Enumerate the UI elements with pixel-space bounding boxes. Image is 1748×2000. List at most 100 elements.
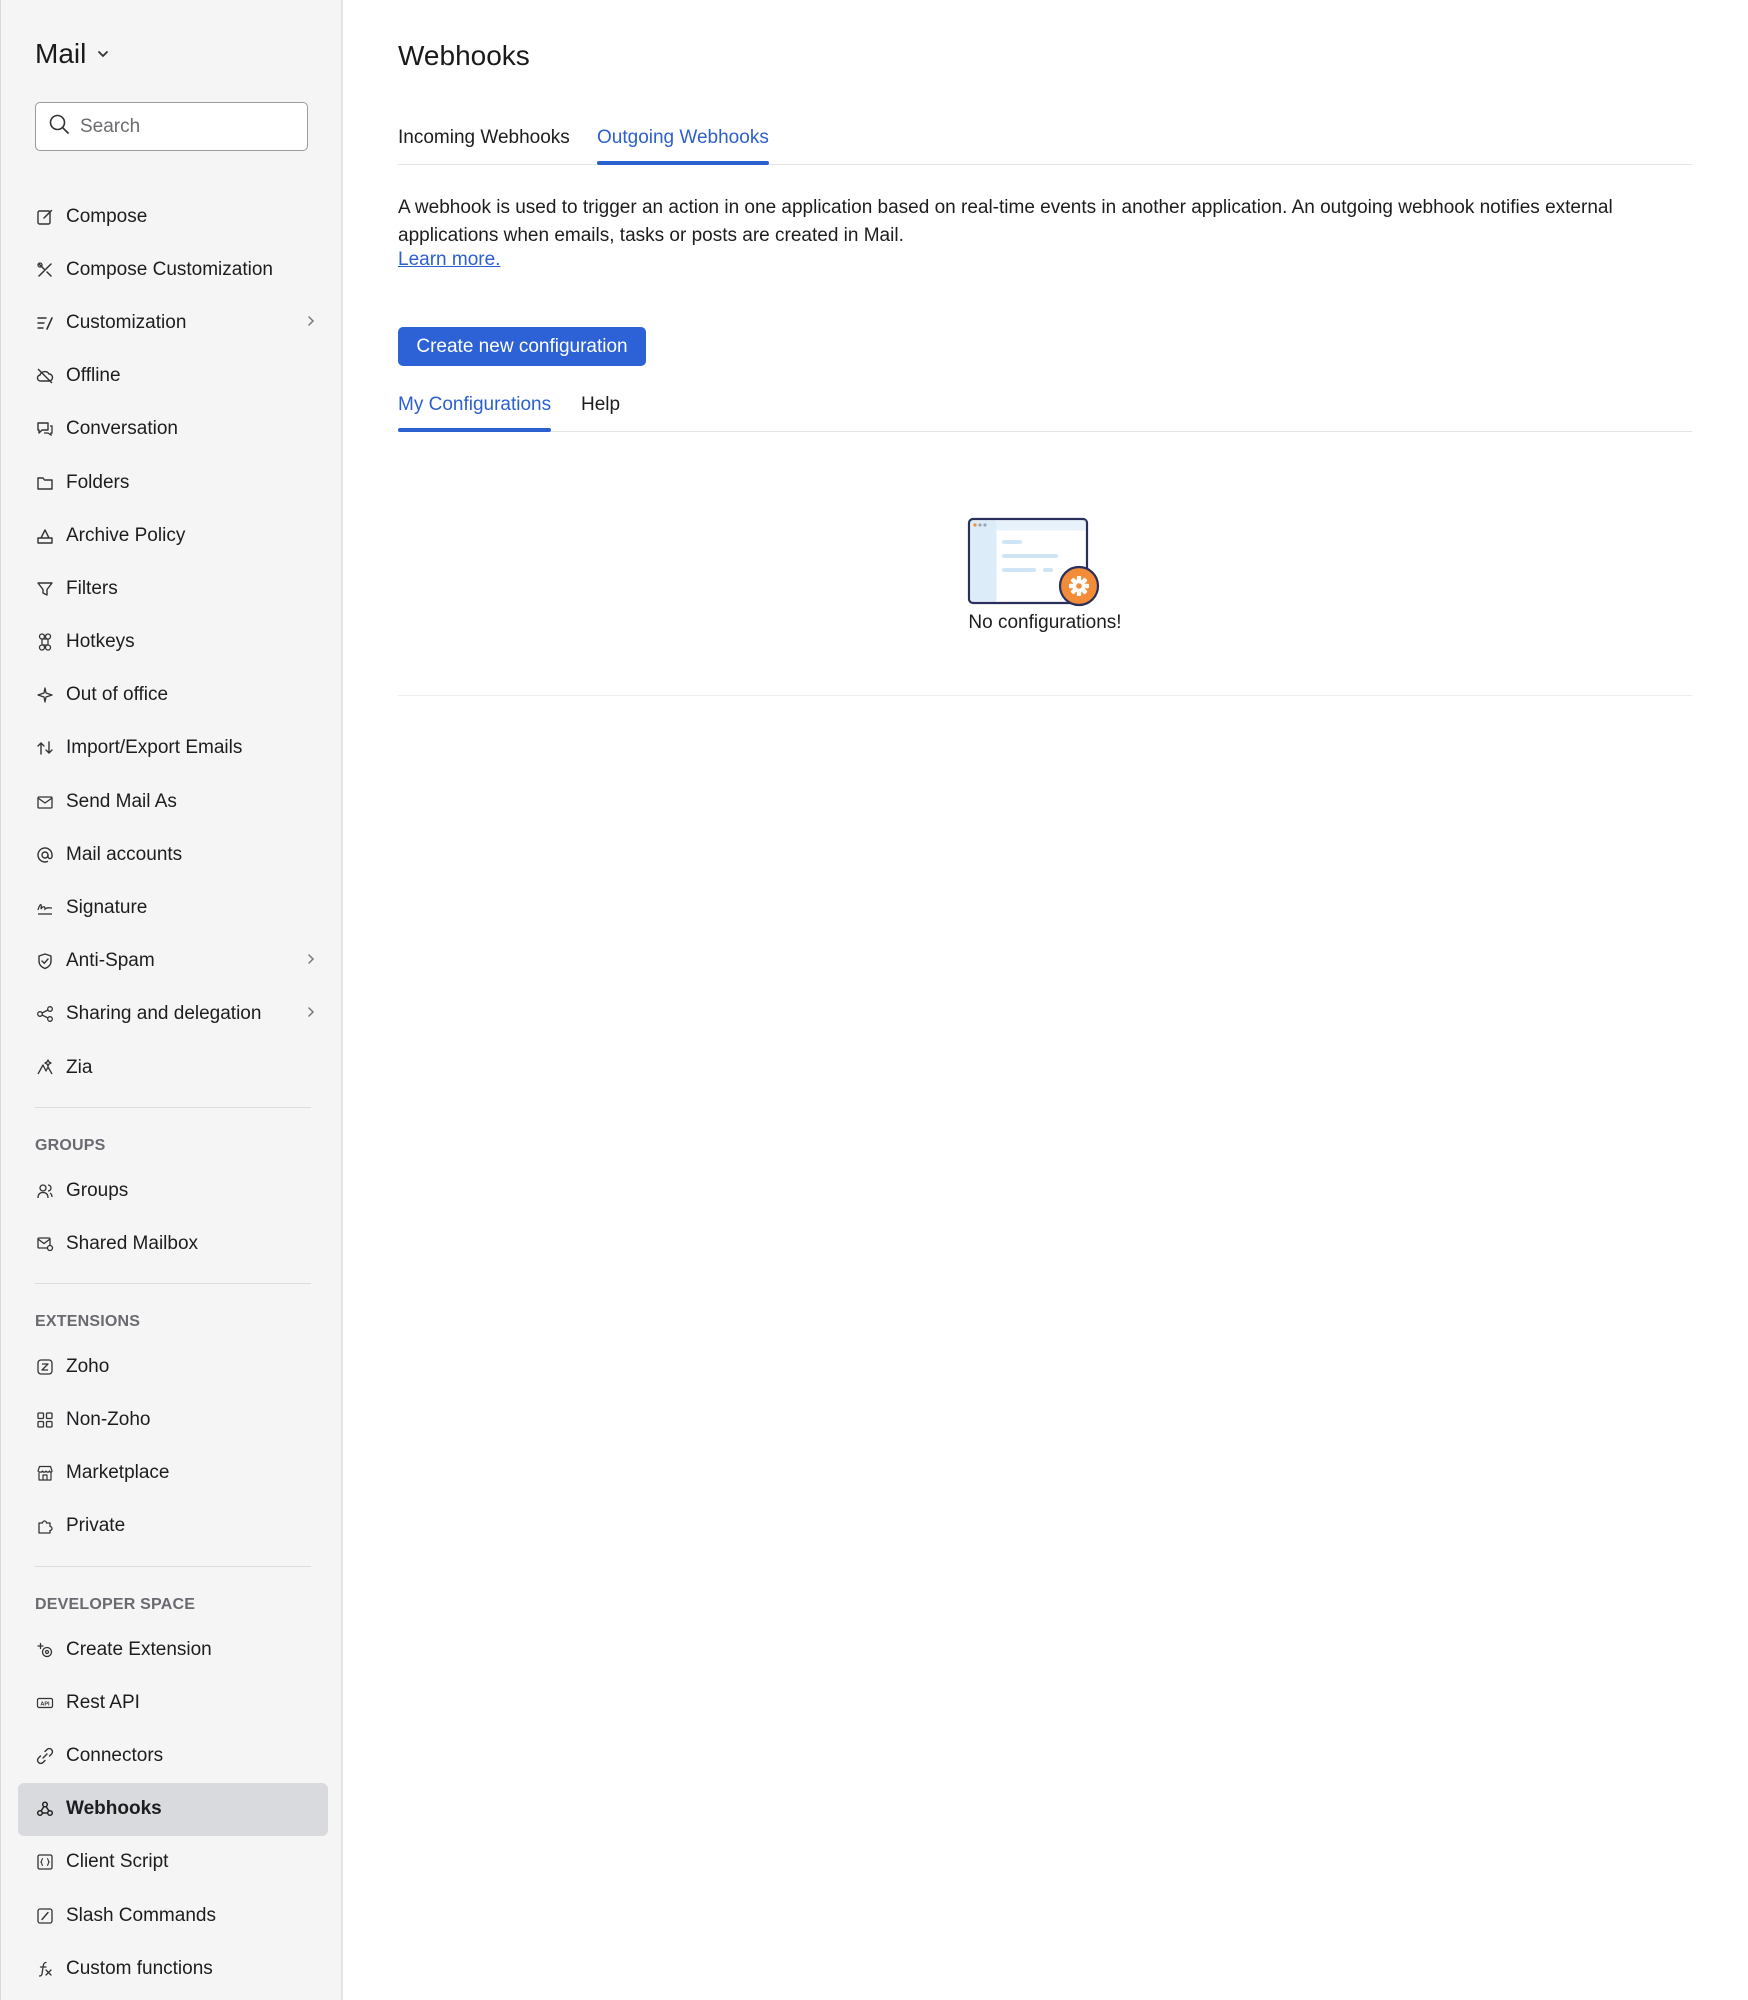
sidebar-item-label: Filters (66, 577, 118, 599)
grid-icon (35, 1410, 55, 1430)
shield-check-icon (35, 951, 55, 971)
create-configuration-button[interactable]: Create new configuration (398, 327, 646, 366)
sidebar-item-label: Compose Customization (66, 258, 273, 280)
tab-help[interactable]: Help (581, 394, 620, 431)
sidebar-item-compose-customization[interactable]: Compose Customization (1, 243, 344, 296)
compose-icon (35, 207, 55, 227)
puzzle-icon (35, 1516, 55, 1536)
sidebar-item-anti-spam[interactable]: Anti-Spam (1, 935, 344, 988)
main-content: Webhooks Incoming Webhooks Outgoing Webh… (345, 0, 1748, 2000)
chevron-right-icon (306, 312, 316, 334)
sidebar-item-webhooks[interactable]: Webhooks (18, 1782, 328, 1836)
sidebar-item-label: Anti-Spam (66, 950, 155, 972)
divider (35, 1107, 311, 1108)
sidebar-item-marketplace[interactable]: Marketplace (1, 1446, 344, 1499)
sidebar-item-label: Conversation (66, 418, 178, 440)
archive-icon (35, 526, 55, 546)
function-icon (35, 1959, 55, 1979)
sidebar-item-label: Folders (66, 471, 130, 493)
tab-outgoing-webhooks[interactable]: Outgoing Webhooks (597, 127, 769, 165)
sidebar-item-connectors[interactable]: Connectors (1, 1729, 344, 1782)
sidebar-item-rest-api[interactable]: API Rest API (1, 1676, 344, 1729)
sidebar-item-filters[interactable]: Filters (1, 562, 344, 615)
sidebar-item-label: Rest API (66, 1691, 140, 1713)
empty-state: No configurations! (398, 480, 1692, 696)
sidebar-item-label: Customization (66, 311, 187, 333)
sidebar-item-custom-functions[interactable]: Custom functions (1, 1942, 344, 1995)
tab-incoming-webhooks[interactable]: Incoming Webhooks (398, 127, 570, 164)
out-of-office-icon (35, 685, 55, 705)
zoho-icon (35, 1357, 55, 1377)
tab-my-configurations[interactable]: My Configurations (398, 394, 552, 432)
sidebar-item-label: Create Extension (66, 1638, 212, 1660)
divider (35, 1283, 311, 1284)
section-header-extensions: EXTENSIONS (35, 1313, 141, 1330)
page-title: Webhooks (398, 40, 530, 71)
learn-more-link[interactable]: Learn more. (398, 249, 500, 271)
sidebar-item-signature[interactable]: Signature (1, 881, 344, 934)
api-icon: API (35, 1693, 55, 1713)
sidebar-item-private[interactable]: Private (1, 1500, 344, 1553)
sidebar-item-label: Compose (66, 205, 148, 227)
sidebar-item-label: Groups (66, 1179, 129, 1201)
sidebar-item-folders[interactable]: Folders (1, 456, 344, 509)
sidebar-item-send-mail-as[interactable]: Send Mail As (1, 775, 344, 828)
sidebar-item-label: Slash Commands (66, 1904, 216, 1926)
divider (35, 1566, 311, 1567)
search-field[interactable] (35, 102, 308, 151)
sidebar-item-offline[interactable]: Offline (1, 350, 344, 403)
sidebar-item-compose[interactable]: Compose (1, 190, 344, 243)
slash-command-icon (35, 1906, 55, 1926)
empty-configuration-illustration (967, 517, 1100, 607)
sidebar-item-label: Connectors (66, 1744, 164, 1766)
sidebar-item-label: Zia (66, 1056, 93, 1078)
sidebar-item-mail-accounts[interactable]: Mail accounts (1, 828, 344, 881)
app-switcher[interactable]: Mail (35, 38, 110, 70)
search-icon (48, 113, 70, 140)
sidebar-item-client-script[interactable]: Client Script (1, 1836, 344, 1889)
create-extension-icon (35, 1640, 55, 1660)
sidebar-item-conversation[interactable]: Conversation (1, 403, 344, 456)
section-header-groups: GROUPS (35, 1137, 106, 1154)
chevron-down-icon (96, 47, 110, 61)
chevron-right-icon (306, 950, 316, 972)
sidebar-item-zoho[interactable]: Zoho (1, 1340, 344, 1393)
sidebar-item-label: Shared Mailbox (66, 1232, 199, 1254)
sidebar: Mail Compose Compose Customization Custo… (0, 0, 343, 2000)
connector-icon (35, 1746, 55, 1766)
sidebar-item-label: Marketplace (66, 1461, 170, 1483)
sidebar-item-archive-policy[interactable]: Archive Policy (1, 509, 344, 562)
share-icon (35, 1004, 55, 1024)
sidebar-item-slash-commands[interactable]: Slash Commands (1, 1889, 344, 1942)
sidebar-item-customization[interactable]: Customization (1, 296, 344, 349)
sidebar-item-label: Sharing and delegation (66, 1003, 262, 1025)
sidebar-item-label: Send Mail As (66, 790, 177, 812)
groups-nav: Groups Shared Mailbox (1, 1164, 344, 1270)
sidebar-item-sharing-delegation[interactable]: Sharing and delegation (1, 988, 344, 1041)
sidebar-item-hotkeys[interactable]: Hotkeys (1, 616, 344, 669)
sidebar-item-label: Signature (66, 897, 148, 919)
sidebar-item-label: Client Script (66, 1851, 169, 1873)
sidebar-item-label: Non-Zoho (66, 1408, 151, 1430)
search-input[interactable] (80, 115, 290, 138)
groups-icon (35, 1181, 55, 1201)
developer-nav: Create Extension API Rest API Connectors… (1, 1623, 344, 1995)
sidebar-item-label: Out of office (66, 684, 169, 706)
store-icon (35, 1463, 55, 1483)
sidebar-item-create-extension[interactable]: Create Extension (1, 1623, 344, 1676)
sidebar-item-import-export[interactable]: Import/Export Emails (1, 722, 344, 775)
sidebar-item-label: Webhooks (66, 1798, 162, 1820)
sidebar-item-label: Custom functions (66, 1957, 213, 1979)
sidebar-item-shared-mailbox[interactable]: Shared Mailbox (1, 1217, 344, 1270)
shared-mailbox-icon (35, 1234, 55, 1254)
at-sign-icon (35, 845, 55, 865)
sidebar-item-zia[interactable]: Zia (1, 1041, 344, 1094)
sidebar-item-label: Zoho (66, 1355, 110, 1377)
filter-icon (35, 579, 55, 599)
sidebar-item-label: Import/Export Emails (66, 737, 243, 759)
webhook-tabs: Incoming Webhooks Outgoing Webhooks (398, 125, 1692, 165)
sidebar-item-groups[interactable]: Groups (1, 1164, 344, 1217)
sidebar-item-non-zoho[interactable]: Non-Zoho (1, 1393, 344, 1446)
section-header-developer-space: DEVELOPER SPACE (35, 1596, 196, 1613)
sidebar-item-out-of-office[interactable]: Out of office (1, 669, 344, 722)
